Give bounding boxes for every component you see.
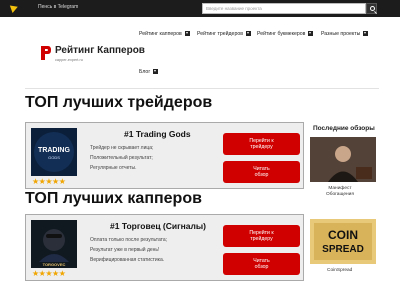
capper-card: TORGOVEC ★★★★★ #1 Торговец (Сигналы) Опл… xyxy=(25,214,304,281)
feature-item: Регулярные отчеты. xyxy=(90,165,137,171)
sidebar-title: Последние обзоры xyxy=(313,125,375,132)
chevron-down-icon xyxy=(363,30,369,36)
svg-text:TRADING: TRADING xyxy=(38,147,70,154)
torgovec-thumbnail[interactable]: TORGOVEC xyxy=(31,220,77,268)
go-to-trader-button[interactable]: Перейти к трейдеру xyxy=(223,225,300,247)
nav-item-bookmakers[interactable]: Рейтинг букмекеров xyxy=(257,30,314,37)
feature-item: Положительный результат; xyxy=(90,155,153,161)
review-caption[interactable]: Манифест Обогащения xyxy=(326,186,354,198)
search-button[interactable] xyxy=(366,3,377,14)
rating-stars: ★★★★★ xyxy=(32,269,66,278)
telegram-link[interactable]: Пенсь в Telegram xyxy=(38,4,78,10)
card-title[interactable]: #1 Trading Gods xyxy=(124,129,191,139)
svg-text:SPREAD: SPREAD xyxy=(322,244,364,255)
read-review-button[interactable]: Читать обзор xyxy=(223,253,300,275)
feature-item: Результат уже в первый день! xyxy=(90,247,160,253)
chevron-down-icon xyxy=(245,30,251,36)
site-title[interactable]: Рейтинг Капперов xyxy=(55,45,145,56)
review-thumbnail-coinspread[interactable]: COIN SPREAD xyxy=(310,219,376,264)
feature-item: Трейдер не скрывает лица; xyxy=(90,145,154,151)
card-title[interactable]: #1 Торговец (Сигналы) xyxy=(110,221,206,231)
site-domain: capper-expert.ru xyxy=(55,58,83,62)
chevron-down-icon xyxy=(308,30,314,36)
section-title-traders: ТОП лучших трейдеров xyxy=(25,94,213,111)
section-title-cappers: ТОП лучших капперов xyxy=(25,190,202,207)
search-icon xyxy=(370,6,375,11)
top-bar: Пенсь в Telegram Введите название проект… xyxy=(0,0,400,17)
review-thumbnail-manifest[interactable] xyxy=(310,137,376,182)
read-review-button[interactable]: Читать обзор xyxy=(223,161,300,183)
chevron-down-icon xyxy=(153,68,159,74)
svg-text:TORGOVEC: TORGOVEC xyxy=(43,262,66,267)
go-to-trader-button[interactable]: Перейти к трейдеру xyxy=(223,133,300,155)
header-divider xyxy=(25,88,379,89)
trader-card: TRADING GODS ★★★★★ #1 Trading Gods Трейд… xyxy=(25,122,304,189)
trading-gods-thumbnail[interactable]: TRADING GODS xyxy=(31,128,77,176)
rating-stars: ★★★★★ xyxy=(32,177,66,186)
review-caption[interactable]: CoinSpread xyxy=(327,268,352,274)
feature-item: Оплата только после результата; xyxy=(90,237,168,243)
nav-item-blog[interactable]: Блог xyxy=(139,68,159,75)
nav-item-projects[interactable]: Разные проекты xyxy=(321,30,369,37)
svg-text:GODS: GODS xyxy=(48,155,60,160)
logo-icon[interactable] xyxy=(40,45,52,61)
search-input[interactable]: Введите название проекта xyxy=(202,3,366,14)
svg-text:COIN: COIN xyxy=(328,228,358,242)
nav-item-traders[interactable]: Рейтинг трейдеров xyxy=(197,30,251,37)
nav-item-cappers[interactable]: Рейтинг капперов xyxy=(139,30,190,37)
telegram-icon[interactable] xyxy=(9,3,20,13)
chevron-down-icon xyxy=(184,30,190,36)
feature-item: Верифицированная статистика. xyxy=(90,257,165,263)
